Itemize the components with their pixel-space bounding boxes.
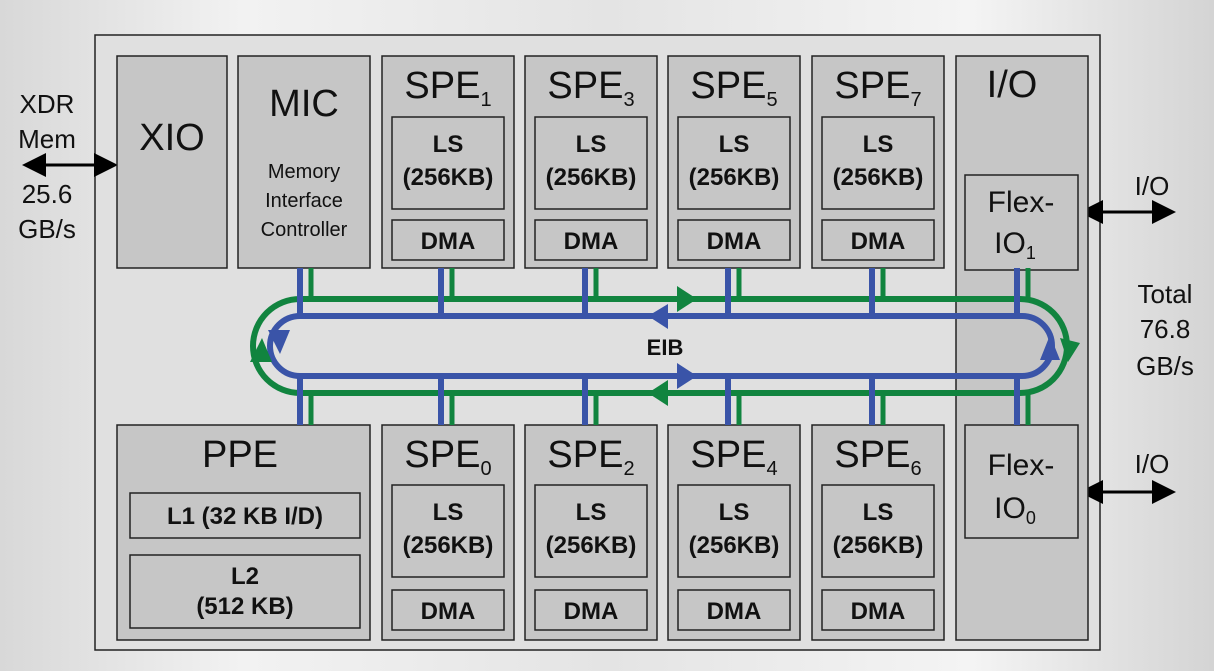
ppe-title: PPE	[202, 434, 278, 476]
ls-label: LS	[719, 499, 750, 526]
spe-title: SPE4	[690, 434, 777, 480]
ls-label: LS	[863, 131, 894, 158]
eib-label: EIB	[647, 335, 684, 360]
ls-label: LS	[576, 131, 607, 158]
svg-text:76.8: 76.8	[1140, 314, 1191, 344]
ls-label: LS	[576, 499, 607, 526]
ls-label: LS	[433, 499, 464, 526]
ls-size: (256KB)	[403, 164, 494, 191]
ls-size: (256KB)	[689, 532, 780, 559]
io-bottom-label: I/O	[1135, 449, 1170, 479]
mic-desc-1: Memory	[268, 161, 340, 183]
mic-desc-3: Controller	[261, 219, 348, 241]
ls-size: (256KB)	[833, 532, 924, 559]
io-top-label: I/O	[1135, 171, 1170, 201]
ls-size: (256KB)	[546, 164, 637, 191]
svg-text:GB/s: GB/s	[18, 214, 76, 244]
io-title: I/O	[987, 64, 1038, 106]
xio-label: XIO	[139, 117, 204, 159]
spe-title: SPE1	[404, 65, 491, 111]
dma-label: DMA	[564, 598, 619, 625]
dma-label: DMA	[851, 228, 906, 255]
ls-size: (256KB)	[546, 532, 637, 559]
svg-text:XDR: XDR	[20, 89, 75, 119]
dma-label: DMA	[851, 598, 906, 625]
ls-label: LS	[433, 131, 464, 158]
spe-title: SPE2	[547, 434, 634, 480]
dma-label: DMA	[707, 228, 762, 255]
dma-label: DMA	[564, 228, 619, 255]
dma-label: DMA	[707, 598, 762, 625]
svg-text:25.6: 25.6	[22, 179, 73, 209]
l2-label: L2	[231, 563, 259, 590]
svg-text:Mem: Mem	[18, 124, 76, 154]
svg-text:Total: Total	[1138, 279, 1193, 309]
svg-text:GB/s: GB/s	[1136, 351, 1194, 381]
ls-label: LS	[719, 131, 750, 158]
mic-desc-2: Interface	[265, 190, 343, 212]
dma-label: DMA	[421, 598, 476, 625]
total-bandwidth-label: Total 76.8 GB/s	[1136, 279, 1194, 381]
spe-title: SPE7	[834, 65, 921, 111]
spe-title: SPE0	[404, 434, 491, 480]
ls-size: (256KB)	[403, 532, 494, 559]
cell-processor-diagram: XDR Mem 25.6 GB/s I/O I/O Total 76.8 GB/…	[18, 34, 1194, 651]
flex-io-1-label: Flex-	[988, 186, 1055, 219]
ls-size: (256KB)	[689, 164, 780, 191]
spe-title: SPE3	[547, 65, 634, 111]
mic-title: MIC	[269, 83, 339, 125]
spe-title: SPE5	[690, 65, 777, 111]
ls-label: LS	[863, 499, 894, 526]
ls-size: (256KB)	[833, 164, 924, 191]
l1-label: L1 (32 KB I/D)	[167, 503, 323, 530]
l2-size: (512 KB)	[196, 593, 293, 620]
xio-block	[116, 55, 228, 269]
spe-title: SPE6	[834, 434, 921, 480]
flex-io-0-label: Flex-	[988, 449, 1055, 482]
dma-label: DMA	[421, 228, 476, 255]
